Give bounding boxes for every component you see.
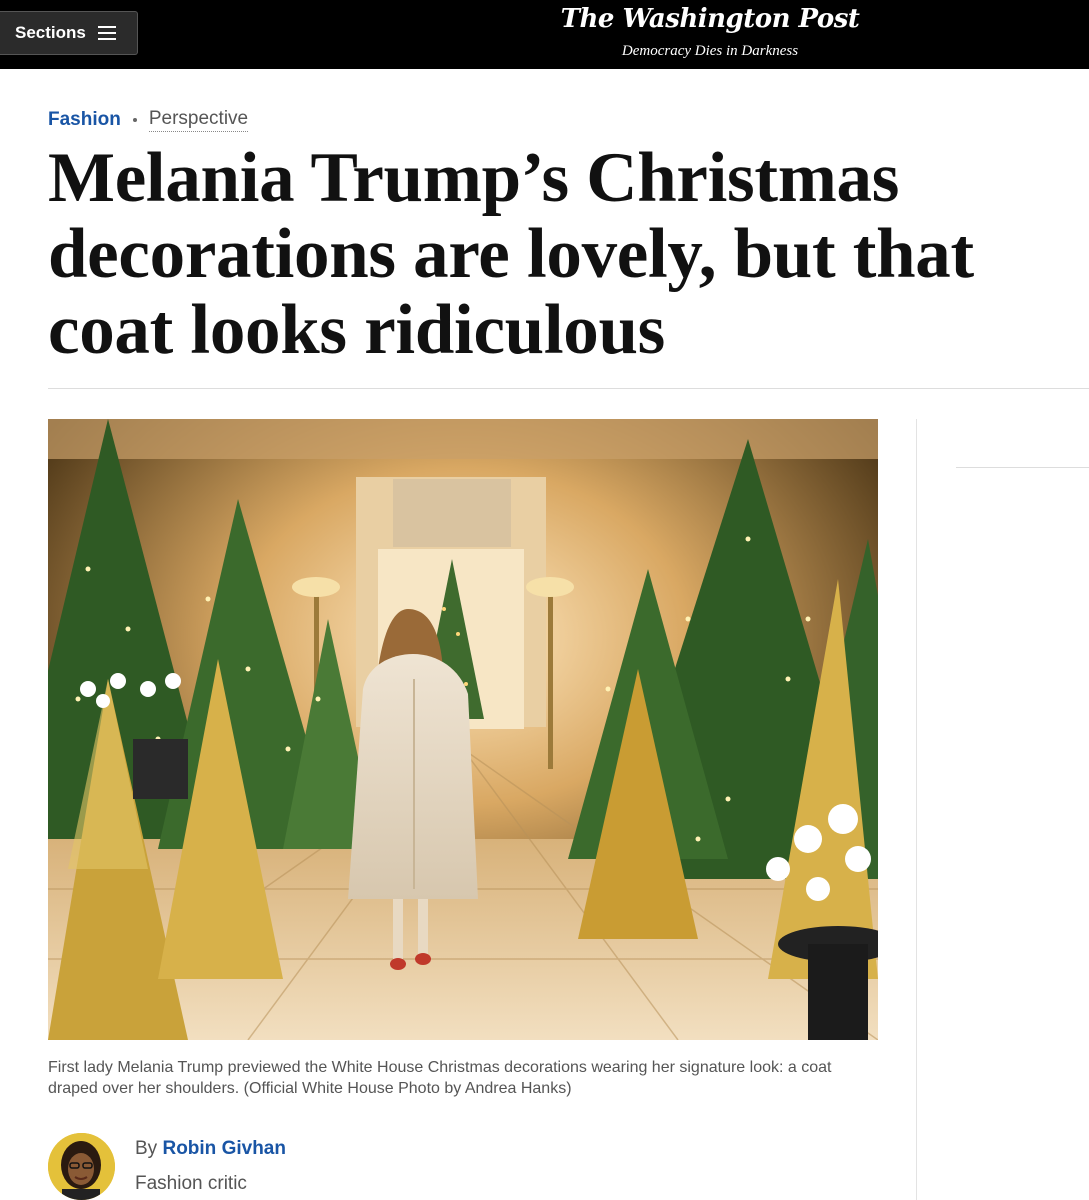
section-link[interactable]: Fashion	[48, 109, 121, 131]
hamburger-icon	[97, 26, 116, 40]
sections-label: Sections	[15, 23, 86, 42]
site-tagline: Democracy Dies in Darkness	[621, 43, 799, 59]
byline: By Robin Givhan	[135, 1138, 286, 1160]
kicker-separator	[132, 118, 137, 122]
site-header: Sections The Washington Post Democracy D…	[0, 0, 1089, 69]
lead-photo[interactable]	[48, 419, 878, 1040]
site-logo[interactable]: The Washington Post	[560, 3, 860, 35]
article-kicker: Fashion Perspective	[48, 108, 249, 132]
photo-caption: First lady Melania Trump previewed the W…	[48, 1059, 832, 1097]
author-role: Fashion critic	[135, 1173, 247, 1194]
masthead: The Washington Post Democracy Dies in Da…	[560, 3, 860, 61]
sections-menu-button[interactable]: Sections	[0, 11, 138, 55]
column-divider	[916, 419, 917, 1200]
headline-divider	[48, 388, 1089, 389]
article-headline: Melania Trump’s Christmas decorations ar…	[48, 139, 974, 369]
author-avatar[interactable]	[48, 1133, 115, 1200]
byline-prefix: By	[135, 1138, 158, 1159]
perspective-label[interactable]: Perspective	[148, 108, 249, 132]
sidebar-divider	[956, 467, 1089, 468]
author-link[interactable]: Robin Givhan	[162, 1138, 286, 1159]
